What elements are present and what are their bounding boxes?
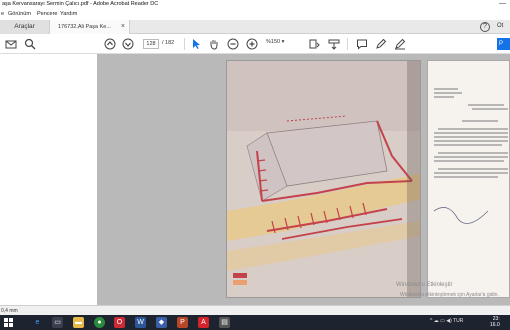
page-down-icon[interactable] [122,38,134,50]
windows-taskbar: e ▭ ▬ ● O W ◆ P A ▤ ^ ☁ ▭ ◀) TUR 23: 16.… [0,315,510,330]
menu-edit[interactable]: e [1,11,4,17]
account-label[interactable]: Ot [497,23,503,29]
clock-date: 16.0 [490,322,500,328]
page-number-input[interactable]: 128 [143,39,159,49]
fit-page-icon[interactable] [308,38,320,50]
pdf-page-map [226,60,421,298]
comment-icon[interactable] [356,38,368,50]
search-icon[interactable] [24,38,36,50]
tab-tools[interactable]: Araçlar [0,20,50,34]
zoom-level-select[interactable]: %150 ▾ [266,39,284,45]
window-title: aşa Kervansarayı Sermin Çalıcı.pdf - Ado… [2,1,159,7]
opera-icon[interactable]: O [114,317,125,328]
tab-document[interactable]: 176732.Ali Paşa Ke... × [50,20,130,34]
menu-view[interactable]: Görünüm [8,11,31,17]
letter-scan-image [428,61,509,297]
map-scan-image [227,61,420,297]
activation-watermark-title: Windows'u Etkinleştir [396,282,453,288]
tab-document-label: 176732.Ali Paşa Ke... [58,24,111,30]
task-view-icon[interactable]: ▭ [52,317,63,328]
menu-window[interactable]: Pencere [37,11,58,17]
share-button[interactable]: P [497,38,510,50]
powerpoint-icon[interactable]: P [177,317,188,328]
title-bar: aşa Kervansarayı Sermin Çalıcı.pdf - Ado… [0,0,510,10]
minimize-button[interactable]: — [499,0,506,7]
pdf-page-letter [427,60,510,298]
toolbar-divider [347,38,348,50]
clock[interactable]: 23: 16.0 [490,316,500,328]
activation-watermark-text: Windows'u etkinleştirmek için Ayarlar'a … [400,292,499,298]
tab-bar: Araçlar 176732.Ali Paşa Ke... × ? Ot [0,20,510,34]
app-icon[interactable]: ◆ [156,317,167,328]
left-pane [0,54,97,305]
highlight-pen-icon[interactable] [375,38,387,50]
page-up-icon[interactable] [104,38,116,50]
toolbar: 128 / 182 %150 ▾ P [0,34,510,54]
acrobat-icon[interactable]: A [198,317,209,328]
scroll-mode-icon[interactable] [328,38,340,50]
app-icon[interactable]: ▤ [219,317,230,328]
close-tab-icon[interactable]: × [121,20,125,34]
menu-bar: e Görünüm Pencere Yardım [0,10,510,20]
select-cursor-icon[interactable] [190,38,202,50]
zoom-out-icon[interactable] [227,38,239,50]
edge-icon[interactable]: e [32,317,43,328]
chrome-icon[interactable]: ● [94,317,105,328]
system-tray[interactable]: ^ ☁ ▭ ◀) TUR [430,318,463,324]
hand-icon[interactable] [208,38,220,50]
start-icon[interactable] [3,317,14,328]
chevron-down-icon: ▾ [281,39,285,45]
sign-icon[interactable] [394,38,406,50]
zoom-in-icon[interactable] [246,38,258,50]
word-icon[interactable]: W [135,317,146,328]
mail-icon[interactable] [5,38,17,50]
menu-help[interactable]: Yardım [60,11,77,17]
page-size-readout: 0,4 mm [1,308,18,314]
status-bar: 0,4 mm [0,305,510,315]
zoom-level-value: %150 [266,39,281,45]
file-explorer-icon[interactable]: ▬ [73,317,84,328]
toolbar-divider [184,38,185,50]
document-workspace[interactable] [0,54,510,305]
page-total: / 182 [162,40,175,46]
help-icon[interactable]: ? [480,22,490,32]
